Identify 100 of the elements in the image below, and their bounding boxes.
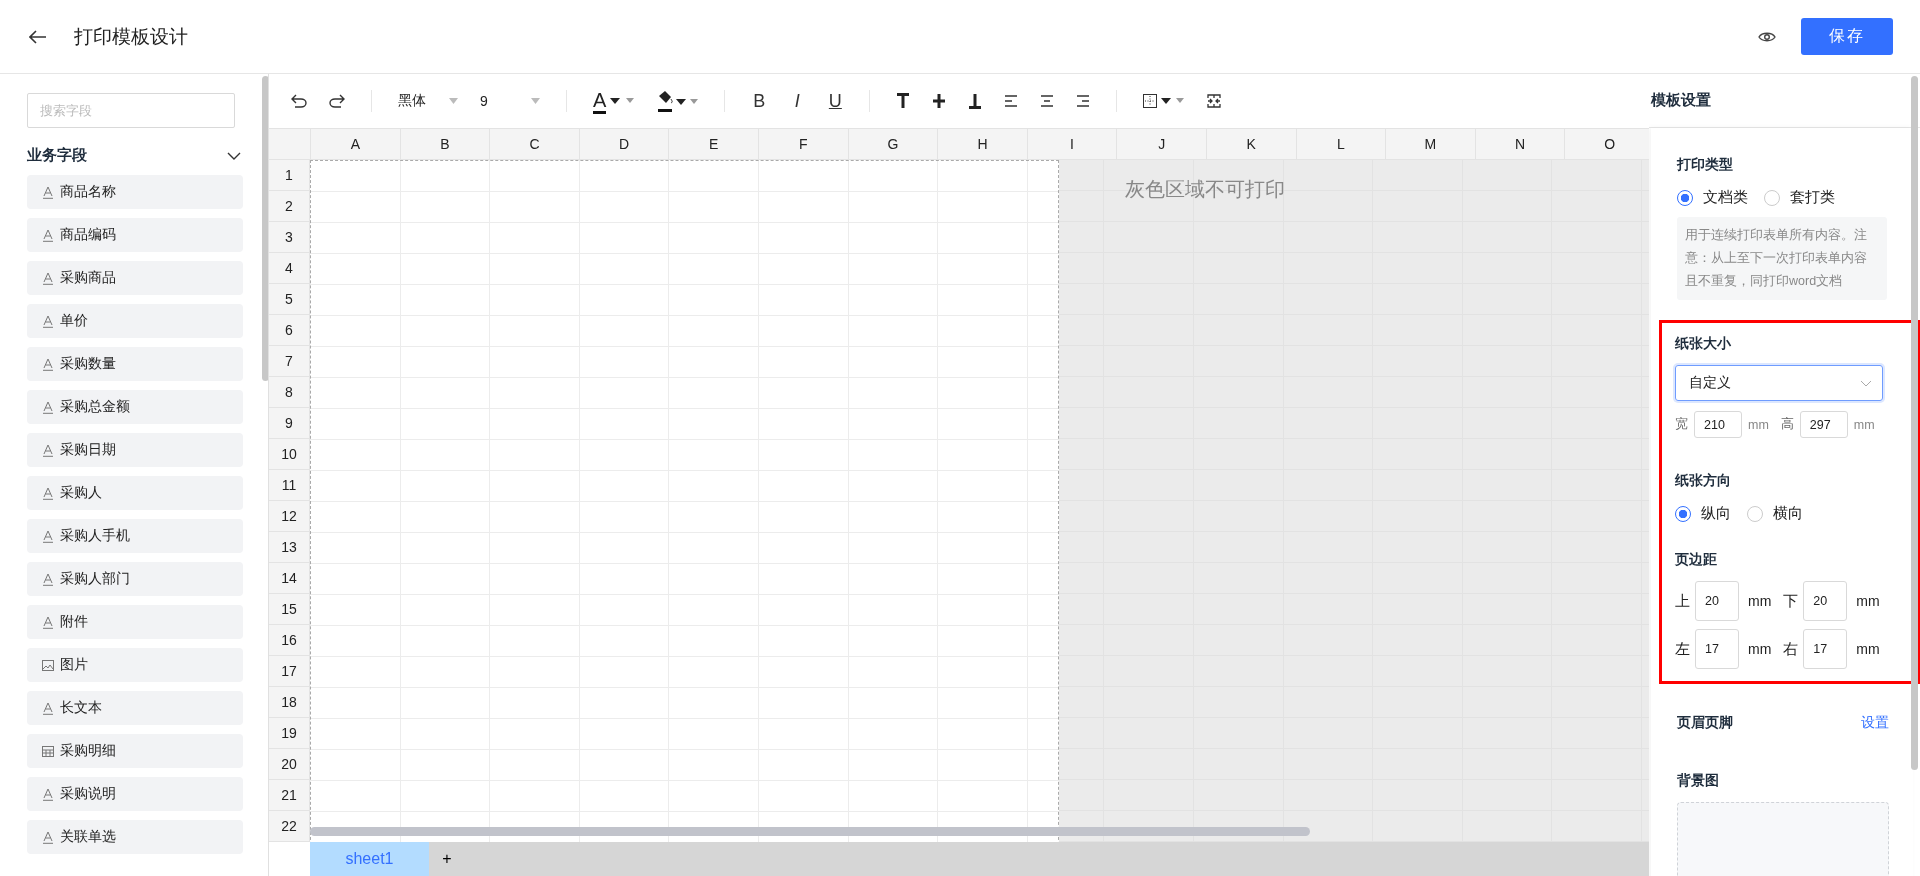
field-item[interactable]: 关联单选 <box>27 820 243 854</box>
row-header[interactable]: 21 <box>269 780 309 811</box>
row-header[interactable]: 3 <box>269 222 309 253</box>
field-item[interactable]: 采购人部门 <box>27 562 243 596</box>
margin-input[interactable]: 17 <box>1695 629 1739 669</box>
font-color-button[interactable]: A <box>593 88 635 114</box>
align-left-icon[interactable] <box>1004 95 1019 107</box>
field-item[interactable]: 采购数量 <box>27 347 243 381</box>
row-header[interactable]: 18 <box>269 687 309 718</box>
column-header[interactable]: E <box>669 129 759 159</box>
text-field-icon <box>42 830 54 844</box>
field-item[interactable]: 采购人手机 <box>27 519 243 553</box>
row-header[interactable]: 9 <box>269 408 309 439</box>
eye-icon[interactable] <box>1758 30 1776 43</box>
row-header[interactable]: 2 <box>269 191 309 222</box>
align-top-icon[interactable] <box>896 93 911 109</box>
field-item[interactable]: 图片 <box>27 648 243 682</box>
row-header[interactable]: 16 <box>269 625 309 656</box>
row-header[interactable]: 1 <box>269 160 309 191</box>
format-button[interactable]: I <box>789 90 806 112</box>
field-item[interactable]: 采购说明 <box>27 777 243 811</box>
field-item[interactable]: 商品编码 <box>27 218 243 252</box>
margin-input[interactable]: 20 <box>1803 581 1848 621</box>
field-item[interactable]: 采购日期 <box>27 433 243 467</box>
table-icon <box>42 745 54 757</box>
row-header[interactable]: 6 <box>269 315 309 346</box>
row-header[interactable]: 7 <box>269 346 309 377</box>
column-header[interactable]: F <box>758 129 849 159</box>
redo-icon[interactable] <box>329 94 345 108</box>
unit-label: mm <box>1748 641 1772 657</box>
format-button[interactable]: U <box>827 90 844 112</box>
radio-option[interactable]: 套打类 <box>1764 188 1835 207</box>
font-size-dropdown[interactable]: 9 <box>480 93 540 109</box>
column-header[interactable]: C <box>490 129 580 159</box>
field-item[interactable]: 单价 <box>27 304 243 338</box>
add-sheet-button[interactable]: + <box>429 842 465 876</box>
row-header[interactable]: 10 <box>269 439 309 470</box>
row-header[interactable]: 14 <box>269 563 309 594</box>
save-button[interactable]: 保存 <box>1801 18 1893 55</box>
column-header[interactable]: A <box>311 129 401 159</box>
column-header[interactable]: B <box>400 129 491 159</box>
dimension-label: 宽 <box>1675 416 1688 433</box>
align-middle-icon[interactable] <box>932 93 947 109</box>
column-header[interactable]: L <box>1296 129 1387 159</box>
fill-color-button[interactable] <box>656 89 699 113</box>
field-item[interactable]: 采购明细 <box>27 734 243 768</box>
search-field[interactable]: 搜索字段 <box>27 93 235 128</box>
section-label: 背景图 <box>1677 772 1719 790</box>
section-label: 纸张大小 <box>1675 335 1731 353</box>
field-item[interactable]: 长文本 <box>27 691 243 725</box>
field-item[interactable]: 采购总金额 <box>27 390 243 424</box>
chevron-icon[interactable] <box>227 151 241 160</box>
radio-option[interactable]: 纵向 <box>1675 504 1731 523</box>
font-dropdown[interactable]: 黑体 <box>398 92 458 110</box>
radio-option[interactable]: 文档类 <box>1677 188 1748 207</box>
horizontal-scrollbar[interactable] <box>310 827 1310 836</box>
row-header[interactable]: 8 <box>269 377 309 408</box>
column-header[interactable]: I <box>1027 129 1118 159</box>
dimension-input[interactable]: 210 <box>1694 411 1742 438</box>
column-header[interactable]: D <box>579 129 670 159</box>
row-header[interactable]: 5 <box>269 284 309 315</box>
group-title: 业务字段 <box>27 146 87 165</box>
merge-cells-icon[interactable] <box>1207 94 1222 108</box>
scrollbar[interactable] <box>1911 76 1918 770</box>
row-header[interactable]: 13 <box>269 532 309 563</box>
align-center-icon[interactable] <box>1040 95 1055 107</box>
row-header[interactable]: 4 <box>269 253 309 284</box>
margin-input[interactable]: 17 <box>1803 629 1848 669</box>
column-header[interactable]: G <box>848 129 939 159</box>
row-header[interactable]: 12 <box>269 501 309 532</box>
field-item[interactable]: 采购人 <box>27 476 243 510</box>
field-item[interactable]: 附件 <box>27 605 243 639</box>
field-item[interactable]: 商品名称 <box>27 175 243 209</box>
radio-option[interactable]: 横向 <box>1747 504 1803 523</box>
dimension-label: 高 <box>1780 416 1794 433</box>
row-header[interactable]: 22 <box>269 811 309 842</box>
format-button[interactable]: B <box>751 90 768 112</box>
border-icon[interactable] <box>1143 94 1186 108</box>
column-header[interactable]: K <box>1206 129 1297 159</box>
panel-title: 模板设置 <box>1651 91 1711 110</box>
settings-link[interactable]: 设置 <box>1861 714 1889 732</box>
row-header[interactable]: 20 <box>269 749 309 780</box>
column-header[interactable]: M <box>1386 129 1476 159</box>
margin-input[interactable]: 20 <box>1695 581 1739 621</box>
row-header[interactable]: 15 <box>269 594 309 625</box>
align-right-icon[interactable] <box>1076 95 1091 107</box>
dimension-input[interactable]: 297 <box>1799 411 1848 438</box>
scrollbar[interactable] <box>262 76 268 381</box>
column-header[interactable]: J <box>1117 129 1207 159</box>
back-arrow-icon[interactable] <box>29 29 47 44</box>
row-header[interactable]: 19 <box>269 718 309 749</box>
text-field-icon <box>42 357 54 371</box>
row-header[interactable]: 11 <box>269 470 309 501</box>
column-header[interactable]: N <box>1475 129 1566 159</box>
undo-icon[interactable] <box>291 94 307 108</box>
align-bottom-icon[interactable] <box>968 93 983 109</box>
row-header[interactable]: 17 <box>269 656 309 687</box>
column-header[interactable]: H <box>938 129 1028 159</box>
paper-size-select[interactable]: 自定义 <box>1675 365 1883 401</box>
field-item[interactable]: 采购商品 <box>27 261 243 295</box>
